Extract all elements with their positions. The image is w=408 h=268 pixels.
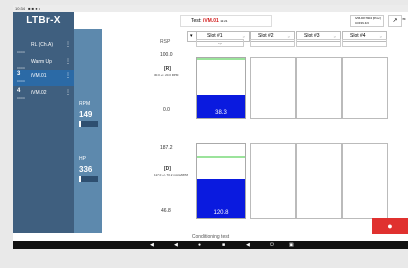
volume-down-icon[interactable]: ◀ (150, 241, 154, 249)
wifi-icon: ≈ (402, 17, 406, 23)
kebab-icon[interactable]: ⋮ (65, 41, 71, 48)
test-selector[interactable]: Test: iVM.01 11:21 (180, 15, 272, 27)
main-panel: ▾ Slot #1 > Slot #2 > Slot #3 > Slot #4 … (102, 29, 408, 233)
sidebar-item-dots: □□□□ (17, 79, 26, 83)
device-sub: CONN 4/3 (355, 21, 369, 25)
conditioning-status: Conditioning test (191, 234, 230, 240)
status-time: 10:34 (15, 6, 26, 11)
rpm-value: 149 (79, 110, 93, 119)
rsp-label: RSP (160, 39, 171, 45)
kebab-icon[interactable]: ⋮ (65, 58, 71, 65)
volume-up-icon[interactable]: ◀ (246, 241, 250, 249)
screenshot-icon[interactable]: ▣ (289, 241, 294, 249)
slot3-gauge2-panel (296, 143, 342, 219)
sidebar-item-label: iVM.02 (31, 90, 47, 96)
sidebar-item-dots: □□□□ (17, 96, 26, 100)
sidebar-item-label: RL (Ch.A) (31, 42, 54, 48)
gauge2-max: 187.2 (160, 145, 173, 151)
app-logo: LTBr-X (26, 15, 61, 26)
sidebar-item-dots: □□□□ (17, 50, 26, 54)
home-icon[interactable]: ● (198, 241, 201, 249)
rpm-bar (79, 121, 98, 127)
back-icon[interactable]: ◀ (174, 241, 178, 249)
slot3-gauge1-panel (296, 57, 342, 119)
gauge1-panel: 38.3 (196, 57, 246, 119)
rsp-cell-slot3 (296, 39, 341, 47)
readout-column: RPM 149 HP 336 (74, 29, 102, 233)
recent-apps-icon[interactable]: ■ (222, 241, 225, 249)
system-nav-bar: ◀ ◀ ● ■ ◀ ⏻ ▣ (13, 241, 408, 249)
kebab-icon[interactable]: ⋮ (65, 89, 71, 96)
gauge1-sub: 30.0 +/- 20.0 RPM (154, 73, 179, 77)
sidebar-item-number: 3 (17, 71, 21, 77)
top-bar: Test: iVM.01 11:21 iVM-DK7904 [Proc] CON… (102, 12, 408, 30)
sidebar-item-ivm01[interactable]: 3 iVM.01 □□□□ ⋮ (13, 70, 74, 86)
kebab-icon[interactable]: ⋮ (65, 72, 71, 79)
rsp-value: -,- (196, 39, 244, 47)
chart-icon[interactable]: ↗ (388, 15, 402, 27)
power-icon[interactable]: ⏻ (270, 241, 274, 249)
slot4-gauge2-panel (342, 143, 388, 219)
status-icons: ■ ■ ● • (28, 6, 41, 11)
stop-icon: ● (387, 221, 393, 231)
gauge2-setpoint (197, 156, 245, 158)
gauge1-setpoint (197, 58, 245, 60)
app-window: LTBr-X RL (Ch.A) □□□□ ⋮ Warm Up □□□□ ⋮ 3… (13, 12, 408, 233)
slot4-gauge1-panel (342, 57, 388, 119)
sidebar: LTBr-X RL (Ch.A) □□□□ ⋮ Warm Up □□□□ ⋮ 3… (13, 12, 74, 233)
test-label: Test: (191, 18, 202, 24)
stop-button[interactable]: ● (372, 218, 408, 234)
sidebar-item-number: 4 (17, 88, 21, 94)
sidebar-item-ivm02[interactable]: 4 iVM.02 □□□□ ⋮ (13, 87, 74, 103)
rpm-label: RPM (79, 101, 91, 107)
device-box[interactable]: iVM-DK7904 [Proc] CONN 4/3 (350, 15, 384, 27)
sidebar-item-label: iVM.01 (31, 73, 47, 79)
status-footer: Conditioning test (13, 233, 408, 241)
hp-value: 336 (79, 165, 93, 174)
rsp-cell-slot2 (250, 39, 295, 47)
slot2-gauge2-panel (250, 143, 296, 219)
hp-label: HP (79, 156, 86, 162)
gauge2-min: 46.8 (161, 208, 171, 214)
gauge1-value: 38.3 (215, 110, 227, 116)
sidebar-item-label: Warm Up (31, 59, 52, 65)
gauge2-panel: 120.8 (196, 143, 246, 219)
hp-bar (79, 176, 98, 182)
slot2-gauge1-panel (250, 57, 296, 119)
rsp-cell-slot4 (342, 39, 387, 47)
gauge1-max: 100.0 (160, 52, 173, 58)
test-meta: 11:21 (220, 19, 228, 23)
chevron-down-icon: ▾ (190, 33, 193, 39)
test-name: iVM.01 (202, 18, 219, 24)
gauge2-value: 120.8 (213, 210, 229, 216)
gauge2-sub: 117.0 +/- 70.2 mm/s/RPM (154, 173, 189, 177)
status-bar: 10:34 ■ ■ ● • (13, 5, 408, 12)
